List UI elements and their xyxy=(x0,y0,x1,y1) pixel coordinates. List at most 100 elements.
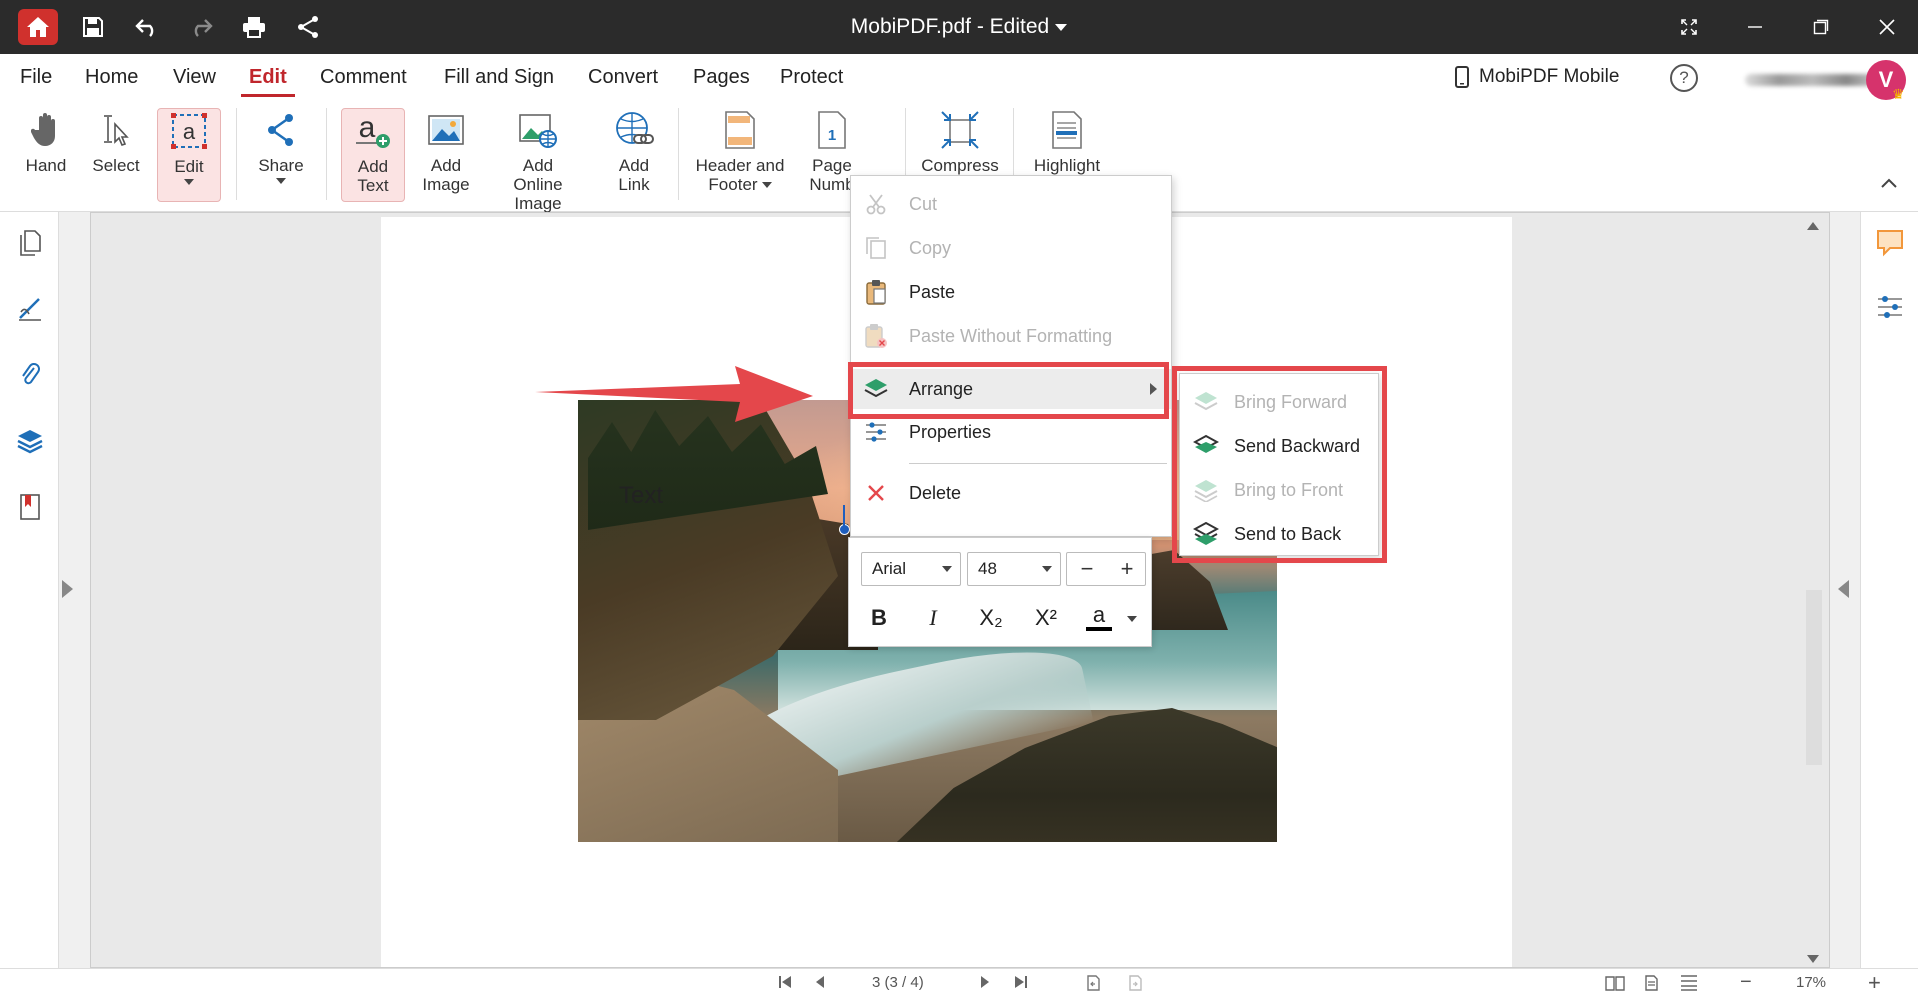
collapse-ribbon-icon[interactable] xyxy=(1880,176,1898,194)
menu-send-backward[interactable]: Send Backward xyxy=(1180,424,1378,468)
mobipdf-mobile-button[interactable]: MobiPDF Mobile xyxy=(1455,66,1619,88)
add-online-image-tool[interactable]: Add Online Image xyxy=(488,108,588,213)
prev-page-icon[interactable] xyxy=(815,975,825,992)
menu-bring-to-front[interactable]: Bring to Front xyxy=(1180,468,1378,512)
sliders-icon xyxy=(863,419,889,445)
menu-fill-and-sign[interactable]: Fill and Sign xyxy=(444,66,554,89)
edit-dropdown-icon[interactable] xyxy=(184,179,194,185)
single-page-view-icon[interactable] xyxy=(1643,975,1659,995)
back-view-icon[interactable] xyxy=(1085,975,1101,995)
link-icon xyxy=(612,108,656,152)
zoom-out-button[interactable]: − xyxy=(1740,971,1752,994)
menu-view[interactable]: View xyxy=(173,66,216,89)
user-name-blurred xyxy=(1745,74,1880,86)
redo-icon[interactable] xyxy=(188,14,214,40)
maximize-icon[interactable] xyxy=(1806,12,1836,42)
book-view-icon[interactable] xyxy=(1605,975,1625,995)
add-link-tool[interactable]: Add Link xyxy=(606,108,662,194)
share-tool[interactable]: Share xyxy=(253,108,309,184)
attachment-icon[interactable] xyxy=(15,360,45,390)
ribbon-divider xyxy=(326,108,327,200)
menu-paste[interactable]: Paste xyxy=(851,272,1171,312)
scrollbar-thumb[interactable] xyxy=(1806,590,1822,765)
menu-convert[interactable]: Convert xyxy=(588,66,658,89)
ribbon-divider xyxy=(678,108,679,200)
last-page-icon[interactable] xyxy=(1014,975,1028,992)
mobipdf-mobile-label: MobiPDF Mobile xyxy=(1479,66,1620,87)
ribbon-divider xyxy=(236,108,237,200)
fullscreen-icon[interactable] xyxy=(1674,12,1704,42)
menu-send-to-back[interactable]: Send to Back xyxy=(1180,512,1378,556)
undo-icon[interactable] xyxy=(134,14,160,40)
edit-tool[interactable]: a Edit xyxy=(157,108,221,202)
title-dropdown-icon[interactable] xyxy=(1055,23,1068,31)
menu-cut[interactable]: Cut xyxy=(851,184,1171,224)
share-dropdown-icon[interactable] xyxy=(276,178,286,184)
header-footer-tool[interactable]: Header and Footer xyxy=(692,108,788,194)
scroll-down-icon[interactable] xyxy=(1807,955,1819,963)
send-to-back-icon xyxy=(1192,520,1220,548)
highlight-tool[interactable]: Highlight xyxy=(1027,108,1107,175)
highlight-icon xyxy=(1045,108,1089,152)
menu-bar: File Home View Edit Comment Fill and Sig… xyxy=(0,54,1918,102)
menu-protect[interactable]: Protect xyxy=(780,66,843,89)
menu-comment[interactable]: Comment xyxy=(320,66,407,89)
menu-delete[interactable]: Delete xyxy=(851,473,1171,513)
select-tool[interactable]: Select xyxy=(90,108,142,175)
add-image-tool[interactable]: Add Image xyxy=(418,108,474,194)
minimize-icon[interactable] xyxy=(1740,12,1770,42)
comments-panel-icon[interactable] xyxy=(1875,228,1905,258)
copy-icon xyxy=(863,235,889,261)
page-indicator[interactable]: 3 (3 / 4) xyxy=(872,974,924,991)
italic-button[interactable]: I xyxy=(915,600,951,636)
page-text-object[interactable]: Text xyxy=(619,482,663,510)
text-color-button[interactable]: a xyxy=(1081,600,1117,636)
increase-size-button[interactable]: + xyxy=(1107,553,1147,585)
superscript-button[interactable]: X² xyxy=(1024,600,1068,636)
forward-view-icon[interactable] xyxy=(1127,975,1143,995)
help-icon[interactable]: ? xyxy=(1670,64,1698,92)
font-family-select[interactable]: Arial xyxy=(861,552,961,586)
zoom-level[interactable]: 17% xyxy=(1796,974,1826,991)
menu-properties[interactable]: Properties xyxy=(851,412,1171,452)
properties-panel-icon[interactable] xyxy=(1875,292,1905,322)
submenu-arrow-icon xyxy=(1150,383,1157,395)
hand-tool[interactable]: Hand xyxy=(20,108,72,175)
font-size-select[interactable]: 48 xyxy=(967,552,1061,586)
close-icon[interactable] xyxy=(1872,12,1902,42)
menu-home[interactable]: Home xyxy=(85,66,138,89)
expand-left-panel-icon[interactable] xyxy=(62,580,73,598)
menu-pages[interactable]: Pages xyxy=(693,66,750,89)
scroll-up-icon[interactable] xyxy=(1807,222,1819,230)
sign-panel-icon[interactable] xyxy=(15,294,45,324)
decrease-size-button[interactable]: − xyxy=(1067,553,1107,585)
next-page-icon[interactable] xyxy=(980,975,990,992)
subscript-button[interactable]: X₂ xyxy=(969,600,1013,636)
layers-panel-icon[interactable] xyxy=(15,426,45,456)
pages-panel-icon[interactable] xyxy=(15,228,45,258)
scissors-icon xyxy=(863,191,889,217)
share-icon[interactable] xyxy=(295,14,321,40)
menu-copy[interactable]: Copy xyxy=(851,228,1171,268)
save-icon[interactable] xyxy=(80,14,106,40)
home-button[interactable] xyxy=(18,9,58,45)
continuous-view-icon[interactable] xyxy=(1680,975,1698,995)
compress-icon xyxy=(938,108,982,152)
bookmark-icon[interactable] xyxy=(15,492,45,522)
add-text-tool[interactable]: a Add Text xyxy=(341,108,405,202)
left-sidebar xyxy=(0,212,59,968)
menu-arrange[interactable]: Arrange xyxy=(851,369,1171,409)
right-sidebar xyxy=(1860,212,1918,968)
menu-bring-forward[interactable]: Bring Forward xyxy=(1180,380,1378,424)
header-footer-dropdown-icon[interactable] xyxy=(761,181,772,188)
menu-edit[interactable]: Edit xyxy=(241,66,295,97)
expand-right-panel-icon[interactable] xyxy=(1838,580,1849,598)
compress-tool[interactable]: Compress xyxy=(920,108,1000,175)
bold-button[interactable]: B xyxy=(861,600,897,636)
menu-paste-without-formatting[interactable]: Paste Without Formatting xyxy=(851,316,1171,356)
print-icon[interactable] xyxy=(241,14,267,40)
menu-file[interactable]: File xyxy=(20,66,52,89)
zoom-in-button[interactable]: + xyxy=(1868,970,1881,995)
text-color-dropdown-icon[interactable] xyxy=(1127,616,1137,622)
first-page-icon[interactable] xyxy=(778,975,792,992)
